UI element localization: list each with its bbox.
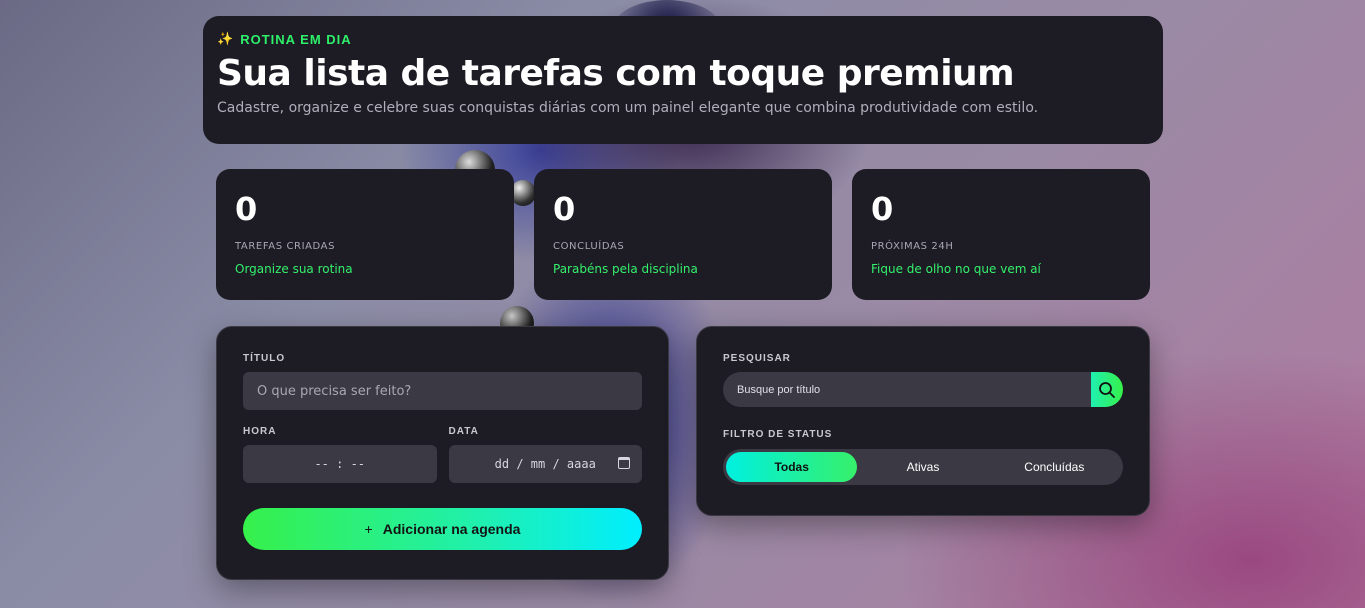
eyebrow-text: ROTINA EM DIA <box>240 31 352 47</box>
search-label: PESQUISAR <box>723 353 791 364</box>
hero-card: ✨ ROTINA EM DIA Sua lista de tarefas com… <box>203 16 1163 144</box>
date-input[interactable]: dd / mm / aaaa <box>448 445 642 483</box>
eyebrow: ✨ ROTINA EM DIA <box>217 31 1149 47</box>
calendar-icon[interactable] <box>618 457 630 469</box>
page-title: Sua lista de tarefas com toque premium <box>217 53 1015 94</box>
search-placeholder: Busque por título <box>737 383 821 396</box>
stat-label: TAREFAS CRIADAS <box>235 241 336 252</box>
stat-value: 0 <box>235 190 258 228</box>
status-filter-label: FILTRO DE STATUS <box>723 429 833 440</box>
time-label: HORA <box>243 426 277 437</box>
title-input[interactable]: O que precisa ser feito? <box>243 372 642 410</box>
tab-todas[interactable]: Todas <box>726 452 858 482</box>
title-label: TÍTULO <box>243 353 286 364</box>
task-form: TÍTULO O que precisa ser feito? HORA -- … <box>216 326 669 580</box>
stat-card-completed: 0 CONCLUÍDAS Parabéns pela disciplina <box>534 169 832 300</box>
search-icon <box>1099 381 1115 398</box>
stat-card-created: 0 TAREFAS CRIADAS Organize sua rotina <box>216 169 514 300</box>
stat-label: CONCLUÍDAS <box>553 241 625 252</box>
sparkles-icon: ✨ <box>217 31 235 46</box>
stat-label: PRÓXIMAS 24H <box>871 241 954 252</box>
stat-card-upcoming: 0 PRÓXIMAS 24H Fique de olho no que vem … <box>852 169 1150 300</box>
plus-icon: + <box>364 521 373 537</box>
add-task-button[interactable]: + Adicionar na agenda <box>243 508 642 550</box>
stat-note: Fique de olho no que vem aí <box>871 262 1041 276</box>
status-filter-tabs: Todas Ativas Concluídas <box>723 449 1123 485</box>
add-task-label: Adicionar na agenda <box>382 521 521 537</box>
tab-ativas[interactable]: Ativas <box>857 452 988 482</box>
search-button[interactable] <box>1091 372 1123 407</box>
stat-note: Parabéns pela disciplina <box>553 262 698 276</box>
tab-concluidas[interactable]: Concluídas <box>989 452 1120 482</box>
stat-value: 0 <box>871 190 894 228</box>
date-value: dd / mm / aaaa <box>494 457 596 471</box>
stat-value: 0 <box>553 190 576 228</box>
time-value: -- : -- <box>314 457 366 471</box>
date-label: DATA <box>448 426 479 437</box>
search-input[interactable]: Busque por título <box>723 372 1091 407</box>
time-input[interactable]: -- : -- <box>243 445 437 483</box>
stat-note: Organize sua rotina <box>235 262 353 276</box>
page-subtitle: Cadastre, organize e celebre suas conqui… <box>217 100 1039 116</box>
title-placeholder: O que precisa ser feito? <box>257 383 412 399</box>
filter-panel: PESQUISAR Busque por título FILTRO DE ST… <box>696 326 1150 516</box>
search-bar: Busque por título <box>723 372 1123 407</box>
